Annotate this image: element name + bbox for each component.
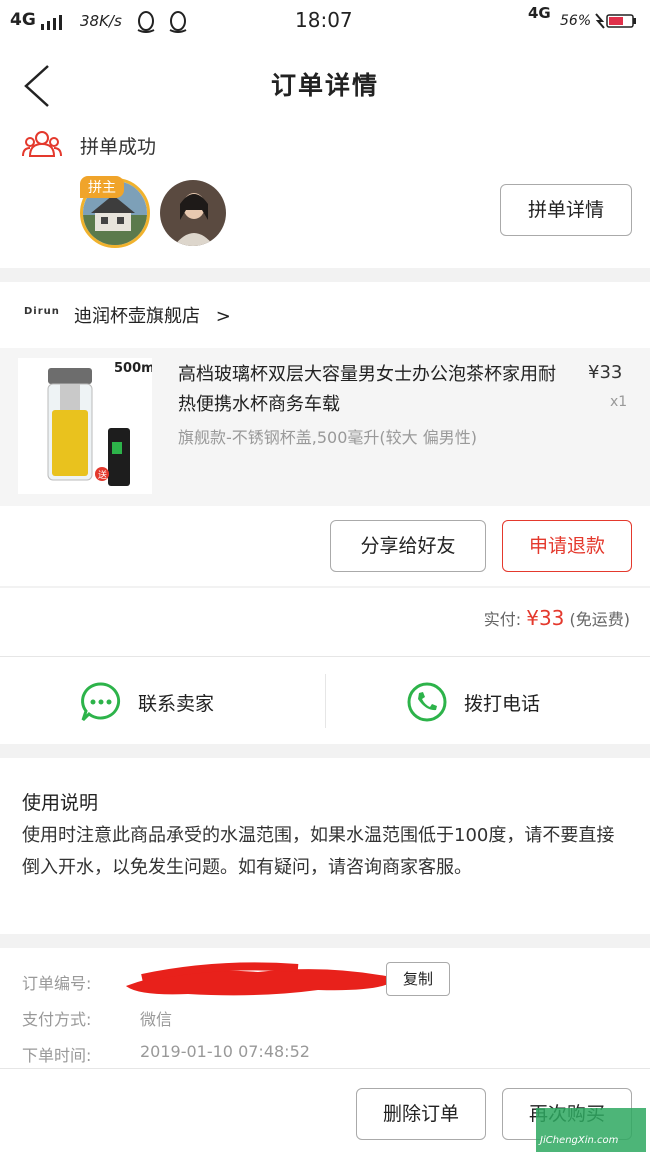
payment-section: 实付: ¥33 (免运费) 联系卖家 拨打电话 <box>0 588 650 744</box>
group-status: 拼单成功 <box>80 136 157 158</box>
battery-icon <box>595 13 636 29</box>
shipping-note: (免运费) <box>569 610 631 629</box>
payment-method-label: 支付方式: <box>22 1010 92 1029</box>
usage-title: 使用说明 <box>22 792 99 814</box>
store-name: 迪润杯壶旗舰店 <box>74 306 200 327</box>
payment-method-value: 微信 <box>140 1010 173 1029</box>
signal-icon <box>41 15 62 30</box>
share-button[interactable]: 分享给好友 <box>330 520 486 572</box>
member-photo <box>160 180 226 246</box>
site-watermark: JiChengXin.com <box>536 1108 646 1152</box>
contact-seller-button[interactable]: 联系卖家 <box>0 657 325 744</box>
watermark-text: JiChengXin.com <box>540 1135 619 1146</box>
page-title: 订单详情 <box>270 71 379 100</box>
group-buy-section: 拼单成功 拼主 拼单详情 <box>0 122 650 268</box>
usage-text: 使用时注意此商品承受的水温范围，如果水温范围低于100度，请不要直接倒入开水，以… <box>22 825 615 878</box>
order-time-label: 下单时间: <box>22 1046 92 1065</box>
qq-icon <box>169 11 187 33</box>
nav-bar: 订单详情 <box>0 44 650 122</box>
payment-summary: 实付: ¥33 (免运费) <box>484 606 630 630</box>
product-image: 送 500ml <box>18 358 152 494</box>
call-phone-button[interactable]: 拨打电话 <box>326 657 650 744</box>
chat-bubble-icon <box>81 682 121 722</box>
network-speed: 38K/s <box>80 12 122 30</box>
gift-tag: 送 <box>98 469 107 481</box>
network-indicator-right: 4G <box>528 4 551 22</box>
store-name-link[interactable]: 迪润杯壶旗舰店 > <box>74 302 231 328</box>
leader-badge: 拼主 <box>80 176 124 198</box>
qq-icon <box>137 11 155 33</box>
copy-button[interactable]: 复制 <box>386 962 450 996</box>
payment-label: 实付: <box>483 610 522 629</box>
chevron-right-icon: > <box>215 306 231 327</box>
refund-button[interactable]: 申请退款 <box>502 520 632 572</box>
status-bar: 4G 38K/s 18:07 4G 56% <box>0 0 650 44</box>
delete-order-button[interactable]: 删除订单 <box>356 1088 486 1140</box>
avatar-member[interactable] <box>160 180 226 246</box>
store-section: Dirun 迪润杯壶旗舰店 > 送 500ml 高档玻璃杯双层大容量男女士办公泡… <box>0 282 650 586</box>
call-phone-label: 拨打电话 <box>464 693 541 715</box>
phone-icon <box>407 682 447 722</box>
product-spec: 旗舰款-不锈钢杯盖,500毫升(较大 偏男性) <box>178 428 477 447</box>
product-row[interactable]: 送 500ml 高档玻璃杯双层大容量男女士办公泡茶杯家用耐热便携水杯商务车载 ¥… <box>0 348 650 506</box>
image-volume-label: 500ml <box>114 361 152 376</box>
redacted-order-number <box>126 962 396 996</box>
order-number-label: 订单编号: <box>22 974 92 993</box>
usage-section: 使用说明 使用时注意此商品承受的水温范围，如果水温范围低于100度，请不要直接倒… <box>0 758 650 934</box>
group-detail-button[interactable]: 拼单详情 <box>500 184 632 236</box>
order-time-value: 2019-01-10 07:48:52 <box>140 1042 310 1061</box>
clock: 18:07 <box>295 8 353 32</box>
product-title: 高档玻璃杯双层大容量男女士办公泡茶杯家用耐热便携水杯商务车载 <box>178 364 556 415</box>
product-price: ¥33 <box>588 362 623 383</box>
contact-seller-label: 联系卖家 <box>138 693 215 715</box>
store-logo: Dirun <box>24 306 60 317</box>
divider <box>0 1068 650 1069</box>
product-quantity: x1 <box>610 394 628 410</box>
group-people-icon <box>22 131 62 157</box>
battery-percent: 56% <box>560 13 592 29</box>
payment-amount: ¥33 <box>526 606 565 630</box>
network-indicator: 4G <box>10 10 36 30</box>
